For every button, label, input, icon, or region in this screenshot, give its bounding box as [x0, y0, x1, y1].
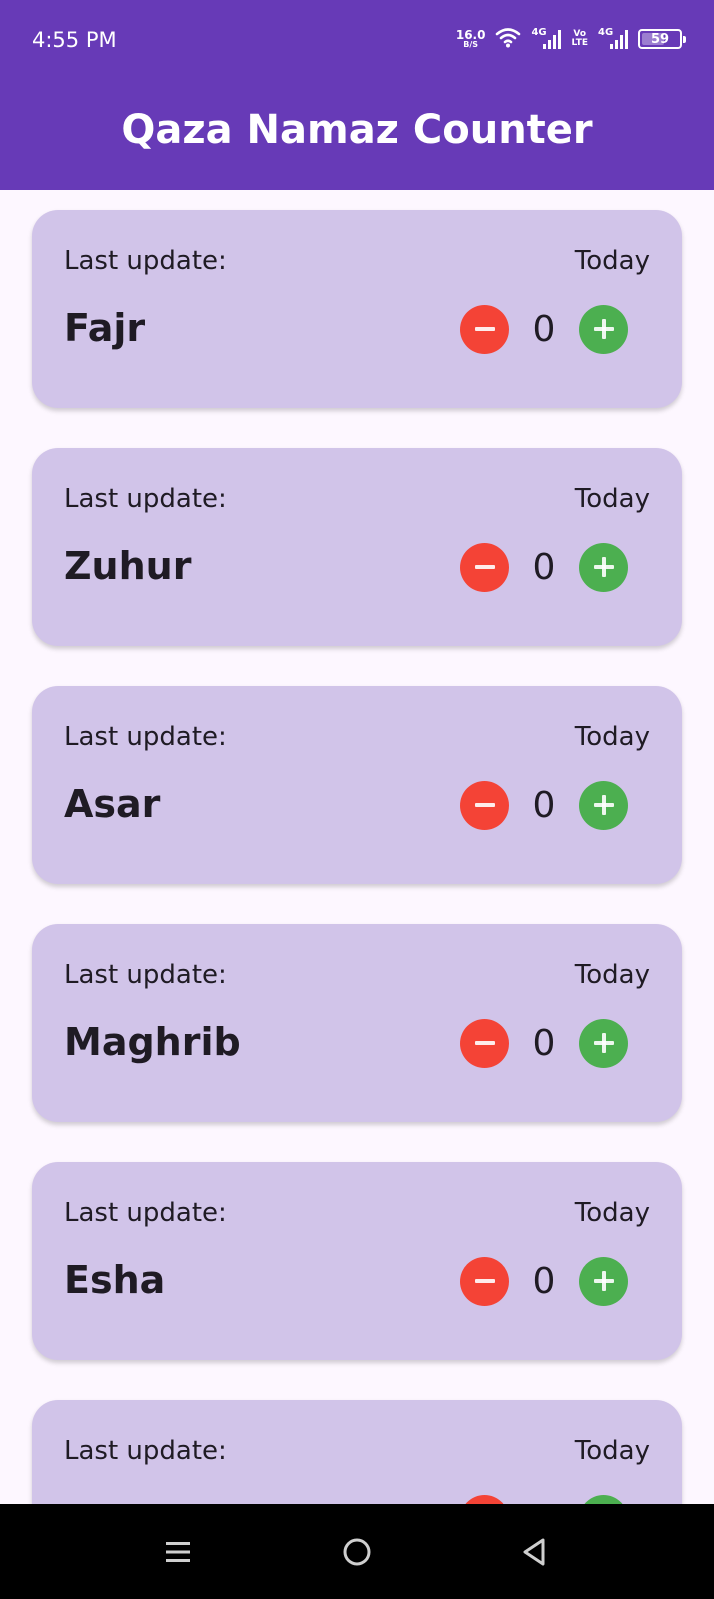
back-button[interactable] — [514, 1532, 554, 1572]
status-bar: 4:55 PM 16.0 B/S 4G Vo LTE 4G 59 — [0, 0, 714, 82]
last-update-date: Today — [574, 246, 650, 276]
increment-button[interactable] — [579, 780, 628, 830]
plus-icon — [593, 795, 614, 815]
prayer-name: Esha — [64, 1258, 166, 1302]
count-value: 0 — [532, 784, 556, 826]
status-icons: 16.0 B/S 4G Vo LTE 4G 59 — [456, 24, 686, 54]
increment-button[interactable] — [579, 304, 628, 354]
last-update-date: Today — [574, 1198, 650, 1228]
last-update-date: Today — [574, 1436, 650, 1466]
prayer-counter: 0 — [460, 542, 628, 592]
decrement-button[interactable] — [460, 1256, 509, 1306]
decrement-button[interactable] — [460, 1018, 509, 1068]
prayer-card-asar: Last update: Today Asar 0 — [32, 686, 682, 884]
decrement-button[interactable] — [460, 1494, 509, 1504]
prayer-counter: 0 — [460, 780, 628, 830]
decrement-button[interactable] — [460, 780, 509, 830]
status-time: 4:55 PM — [32, 28, 117, 52]
prayer-card-fajr: Last update: Today Fajr 0 — [32, 210, 682, 408]
minus-icon — [474, 803, 495, 807]
volte-bottom: LTE — [571, 38, 588, 48]
circle-home-icon — [343, 1538, 371, 1566]
prayer-counter: 0 — [460, 1018, 628, 1068]
prayer-list[interactable]: Last update: Today Fajr 0 Last update: T… — [0, 190, 714, 1504]
app-title: Qaza Namaz Counter — [121, 107, 593, 153]
network-speed: 16.0 B/S — [456, 29, 486, 49]
plus-icon — [593, 1033, 614, 1053]
decrement-button[interactable] — [460, 304, 509, 354]
volte-icon: Vo LTE — [571, 30, 588, 48]
last-update-date: Today — [574, 722, 650, 752]
triangle-back-icon — [523, 1538, 545, 1566]
minus-icon — [474, 565, 495, 569]
plus-icon — [593, 557, 614, 577]
prayer-name: Zuhur — [64, 544, 192, 588]
count-value: 0 — [532, 1260, 556, 1302]
increment-button[interactable] — [579, 542, 628, 592]
wifi-icon — [495, 26, 521, 53]
last-update-label: Last update: — [64, 722, 227, 752]
minus-icon — [474, 327, 495, 331]
minus-icon — [474, 1279, 495, 1283]
plus-icon — [593, 319, 614, 339]
plus-icon — [593, 1271, 614, 1291]
prayer-counter: 0 — [460, 1256, 628, 1306]
last-update-date: Today — [574, 960, 650, 990]
last-update-label: Last update: — [64, 484, 227, 514]
last-update-label: Last update: — [64, 1436, 227, 1466]
last-update-label: Last update: — [64, 246, 227, 276]
home-button[interactable] — [337, 1532, 377, 1572]
last-update-date: Today — [574, 484, 650, 514]
recents-button[interactable] — [158, 1532, 198, 1572]
prayer-name: Fajr — [64, 306, 146, 350]
decrement-button[interactable] — [460, 542, 509, 592]
signal-4g-icon-2: 4G — [598, 27, 628, 51]
last-update-label: Last update: — [64, 1198, 227, 1228]
signal-4g-icon: 4G — [531, 27, 562, 51]
menu-icon — [166, 1542, 190, 1562]
count-value: 0 — [532, 308, 556, 350]
increment-button[interactable] — [579, 1256, 628, 1306]
count-value: 0 — [532, 1022, 556, 1064]
prayer-name: Asar — [64, 782, 161, 826]
last-update-label: Last update: — [64, 960, 227, 990]
increment-button[interactable] — [579, 1018, 628, 1068]
app-bar: Qaza Namaz Counter — [0, 82, 714, 190]
battery-level: 59 — [650, 31, 670, 47]
minus-icon — [474, 1041, 495, 1045]
prayer-name: Maghrib — [64, 1020, 241, 1064]
prayer-card-partial: Last update: Today — [32, 1400, 682, 1504]
prayer-card-esha: Last update: Today Esha 0 — [32, 1162, 682, 1360]
prayer-card-maghrib: Last update: Today Maghrib 0 — [32, 924, 682, 1122]
prayer-card-zuhur: Last update: Today Zuhur 0 — [32, 448, 682, 646]
prayer-counter — [460, 1494, 628, 1504]
system-navigation-bar — [0, 1504, 714, 1599]
count-value: 0 — [532, 546, 556, 588]
prayer-counter: 0 — [460, 304, 628, 354]
battery-icon: 59 — [638, 29, 686, 49]
network-speed-unit: B/S — [463, 40, 479, 49]
increment-button[interactable] — [579, 1494, 628, 1504]
